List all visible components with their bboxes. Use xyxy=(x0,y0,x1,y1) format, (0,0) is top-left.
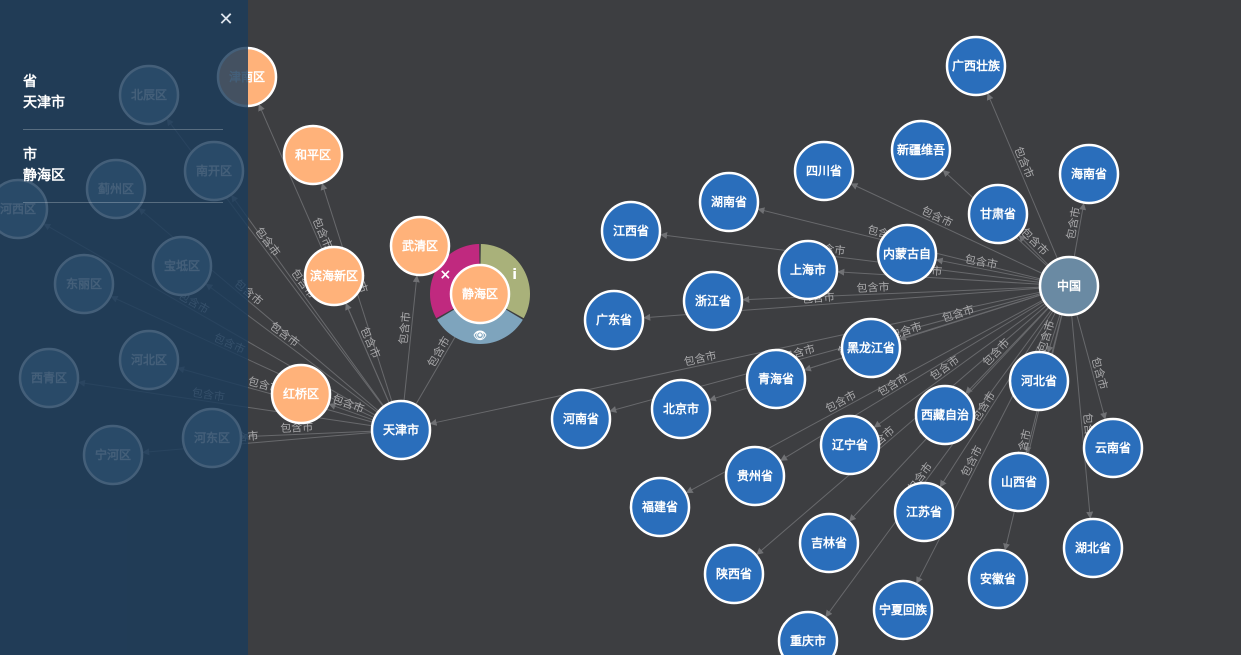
node-label: 武清区 xyxy=(402,238,438,253)
edge-label: 包含市 xyxy=(424,334,453,370)
node-label: 广西壮族 xyxy=(952,58,1001,73)
node-label: 新疆维吾 xyxy=(897,142,945,157)
node-label: 辽宁省 xyxy=(832,437,868,452)
edge-label: 包含市 xyxy=(958,443,986,479)
node-label: 中国 xyxy=(1057,278,1081,293)
node-jilin[interactable]: 吉林省 xyxy=(798,512,860,574)
node-label: 湖北省 xyxy=(1075,540,1111,555)
field-value: 静海区 xyxy=(23,168,65,184)
node-qinghai[interactable]: 青海省 xyxy=(745,348,807,410)
divider xyxy=(23,202,223,203)
node-label: 重庆市 xyxy=(790,633,826,648)
node-label: 贵州省 xyxy=(737,468,773,483)
node-label: 云南省 xyxy=(1095,440,1131,455)
node-hainan[interactable]: 海南省 xyxy=(1058,143,1120,205)
node-label: 浙江省 xyxy=(695,293,731,308)
node-label: 青海省 xyxy=(758,371,794,386)
node-shaanxi[interactable]: 陕西省 xyxy=(703,543,765,605)
node-henan[interactable]: 河南省 xyxy=(550,388,612,450)
node-label: 江苏省 xyxy=(906,504,942,519)
edge-label: 包含市 xyxy=(310,215,336,251)
node-hunan[interactable]: 湖南省 xyxy=(698,171,760,233)
node-label: 陕西省 xyxy=(716,566,752,581)
node-label: 西藏自治 xyxy=(921,407,969,422)
node-binhai[interactable]: 滨海新区 xyxy=(303,245,365,307)
edge xyxy=(1003,315,1063,551)
node-label: 北京市 xyxy=(663,401,699,416)
node-sichuan[interactable]: 四川省 xyxy=(793,140,855,202)
node-label: 湖南省 xyxy=(711,194,747,209)
node-jinghai[interactable]: 静海区 xyxy=(449,263,511,325)
node-xinjiang[interactable]: 新疆维吾 xyxy=(890,119,952,181)
node-hongqiao[interactable]: 红桥区 xyxy=(270,363,332,425)
node-label: 宁夏回族 xyxy=(879,602,928,617)
node-china[interactable]: 中国 xyxy=(1038,255,1100,317)
node-guangdong[interactable]: 广东省 xyxy=(583,289,645,351)
edge-label: 包含市 xyxy=(964,251,999,271)
node-heilongjiang[interactable]: 黑龙江省 xyxy=(840,317,902,379)
edge-label: 包含市 xyxy=(1011,144,1037,180)
node-chongqing[interactable]: 重庆市 xyxy=(777,610,839,655)
node-liaoning[interactable]: 辽宁省 xyxy=(819,414,881,476)
node-beijing[interactable]: 北京市 xyxy=(650,378,712,440)
node-label: 静海区 xyxy=(462,286,498,301)
node-hubei[interactable]: 湖北省 xyxy=(1062,517,1124,579)
node-hebei[interactable]: 河北省 xyxy=(1008,350,1070,412)
close-icon[interactable]: × xyxy=(439,267,451,283)
node-shanghai[interactable]: 上海市 xyxy=(777,239,839,301)
node-label: 上海市 xyxy=(790,262,826,277)
node-label: 吉林省 xyxy=(811,535,847,550)
node-label: 广东省 xyxy=(596,312,632,327)
node-ningxia[interactable]: 宁夏回族 xyxy=(872,579,934,641)
edge-label: 包含市 xyxy=(1063,206,1083,241)
node-label: 海南省 xyxy=(1071,166,1107,181)
edge-label: 包含市 xyxy=(358,325,384,361)
node-label: 和平区 xyxy=(294,147,331,162)
node-tianjin[interactable]: 天津市 xyxy=(370,399,432,461)
field-key: 省 xyxy=(23,74,37,90)
node-gansu[interactable]: 甘肃省 xyxy=(967,183,1029,245)
field-value: 天津市 xyxy=(23,95,65,111)
node-shanxi[interactable]: 山西省 xyxy=(988,451,1050,513)
field-key: 市 xyxy=(23,147,37,163)
node-fujian[interactable]: 福建省 xyxy=(629,476,691,538)
node-label: 河南省 xyxy=(562,411,599,426)
node-label: 安徽省 xyxy=(980,571,1016,586)
node-heping[interactable]: 和平区 xyxy=(282,124,344,186)
node-jiangxi[interactable]: 江西省 xyxy=(600,200,662,262)
node-label: 江西省 xyxy=(613,223,649,238)
node-anhui[interactable]: 安徽省 xyxy=(967,548,1029,610)
node-label: 河北省 xyxy=(1020,373,1057,388)
edge-label: 包含市 xyxy=(856,280,890,295)
node-neimenggu[interactable]: 内蒙古自 xyxy=(876,223,938,285)
node-jiangsu[interactable]: 江苏省 xyxy=(893,481,955,543)
eye-icon[interactable]: 👁 xyxy=(473,329,487,342)
info-field-province: 省 天津市 xyxy=(23,72,223,114)
edge-label: 包含市 xyxy=(823,387,859,415)
node-guizhou[interactable]: 贵州省 xyxy=(724,445,786,507)
close-icon[interactable]: ✕ xyxy=(216,9,236,31)
node-label: 山西省 xyxy=(1001,474,1037,489)
node-zhejiang[interactable]: 浙江省 xyxy=(682,270,744,332)
node-guangxi[interactable]: 广西壮族 xyxy=(945,35,1007,97)
detail-panel: ✕ 省 天津市 市 静海区 xyxy=(0,0,248,655)
node-label: 红桥区 xyxy=(283,386,319,401)
info-icon[interactable]: i xyxy=(512,267,517,283)
divider xyxy=(23,129,223,130)
node-label: 福建省 xyxy=(641,499,678,514)
node-label: 甘肃省 xyxy=(980,206,1016,221)
edge-label: 包含市 xyxy=(919,203,955,230)
node-label: 滨海新区 xyxy=(310,268,358,283)
node-wuqing[interactable]: 武清区 xyxy=(389,215,451,277)
node-label: 四川省 xyxy=(806,163,842,178)
node-label: 天津市 xyxy=(383,422,419,437)
node-label: 黑龙江省 xyxy=(847,340,895,355)
info-field-city: 市 静海区 xyxy=(23,145,223,187)
node-label: 内蒙古自 xyxy=(883,246,931,261)
node-yunnan[interactable]: 云南省 xyxy=(1082,417,1144,479)
node-xizang[interactable]: 西藏自治 xyxy=(914,384,976,446)
